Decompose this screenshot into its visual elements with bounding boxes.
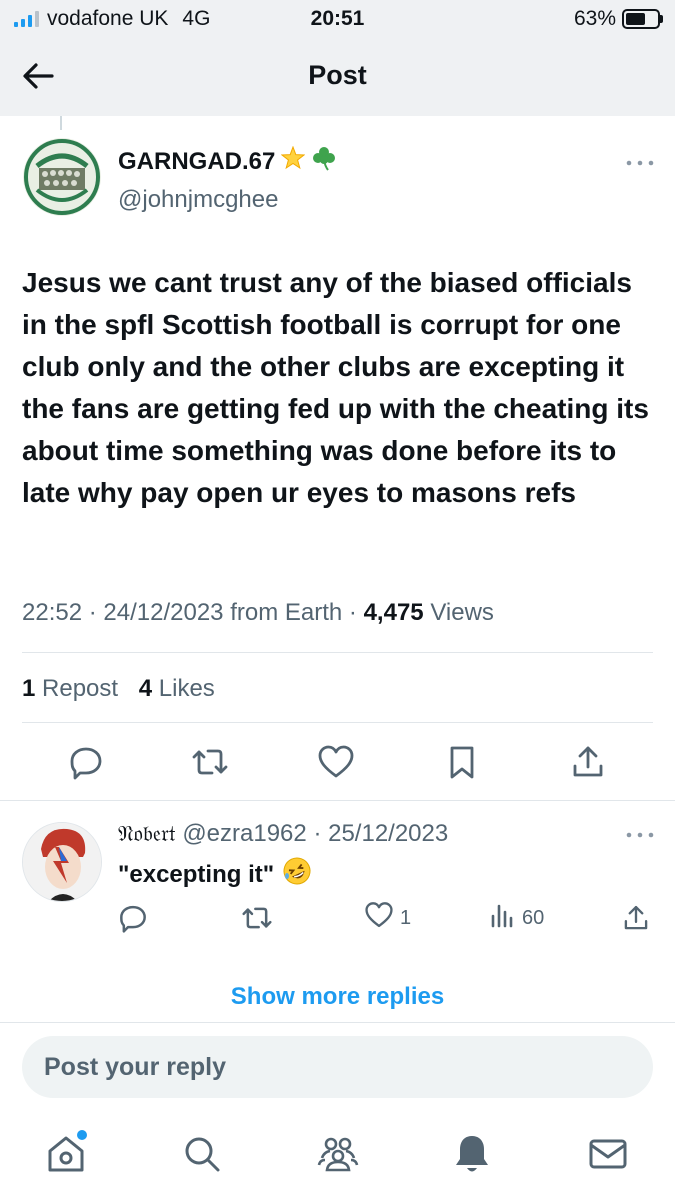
rofl-emoji-icon [282,856,312,893]
reply-input[interactable]: Post your reply [22,1036,653,1098]
views-count: 4,475 [363,599,424,626]
messages-envelope-icon[interactable] [586,1132,630,1176]
reply-more-options-icon[interactable] [625,828,655,840]
views-chart-icon [490,902,516,934]
page-title: Post [308,60,367,90]
reply-date: 25/12/2023 [328,820,449,847]
reposts-link[interactable]: 1 Repost [22,675,118,702]
post-date: 24/12/2023 [103,599,224,626]
reply-author-name[interactable]: 𝔑𝔬𝔟𝔢𝔯𝔱 [118,822,176,847]
reply-like-icon [364,901,394,935]
author-handle: @johnjmcghee [118,186,279,213]
reply-like-button[interactable]: 1 [364,898,411,938]
post-actions [0,740,675,790]
share-icon[interactable] [568,740,608,784]
home-icon[interactable] [44,1130,88,1176]
bookmark-icon[interactable] [442,740,482,784]
reply-avatar[interactable] [22,822,102,902]
like-icon[interactable] [316,740,356,784]
likes-label: Likes [158,675,215,702]
repost-count: 1 [22,675,36,702]
search-icon[interactable] [180,1132,224,1176]
reply-actions: 1 60 [0,898,675,938]
reply-views-button[interactable]: 60 [490,898,544,938]
star-icon [280,145,306,177]
bottom-tab-bar [0,1122,675,1192]
reply-share-icon[interactable] [622,898,650,938]
likes-count: 4 [138,675,153,702]
reply-like-count: 1 [400,906,412,929]
divider [0,1022,675,1023]
post-meta: 22:52 · 24/12/2023 from Earth · 4,475 Vi… [22,599,494,626]
battery-icon [622,9,660,29]
nav-bar: Post [0,44,675,108]
divider [0,800,675,801]
reply-author-handle[interactable]: @ezra1962 [182,820,306,847]
notification-dot [77,1130,87,1140]
post-source: from Earth [230,599,343,626]
notifications-bell-icon[interactable] [450,1132,494,1176]
battery-indicator: 63% [574,7,663,31]
thread-connector [60,116,62,130]
author-name-row: GARNGAD.67 [118,145,337,178]
status-bar: vodafone UK 4G 20:51 63% [0,0,675,38]
reply-text: "excepting it" [118,860,275,888]
engagement-stats: 1 Repost 4 Likes [22,675,215,703]
reply-input-placeholder: Post your reply [44,1053,226,1081]
views-label[interactable]: Views [430,599,494,626]
author-name: GARNGAD.67 [118,147,276,175]
divider [22,722,653,723]
repost-label: Repost [42,675,119,702]
reply-repost-icon[interactable] [240,898,274,938]
repost-icon[interactable] [190,740,230,784]
more-options-icon[interactable] [625,156,655,168]
show-more-replies-link[interactable]: Show more replies [0,983,675,1011]
top-bar: vodafone UK 4G 20:51 63% Post [0,0,675,116]
divider [22,652,653,653]
reply-views-count: 60 [522,906,545,929]
reply-reply-icon[interactable] [118,898,148,938]
author-info[interactable]: GARNGAD.67 @johnjmcghee [118,145,337,214]
battery-percent: 63% [573,7,616,30]
post-text: Jesus we cant trust any of the biased of… [22,267,649,508]
reply-header: 𝔑𝔬𝔟𝔢𝔯𝔱 @ezra1962 · 25/12/2023 [118,820,449,847]
likes-link[interactable]: 4 Likes [139,675,215,702]
avatar[interactable] [23,138,101,216]
reply-icon[interactable] [66,740,106,784]
shamrock-icon [311,145,337,178]
post-time: 22:52 [22,599,83,626]
communities-icon[interactable] [316,1132,360,1176]
reply-text-row: "excepting it" [118,856,312,893]
